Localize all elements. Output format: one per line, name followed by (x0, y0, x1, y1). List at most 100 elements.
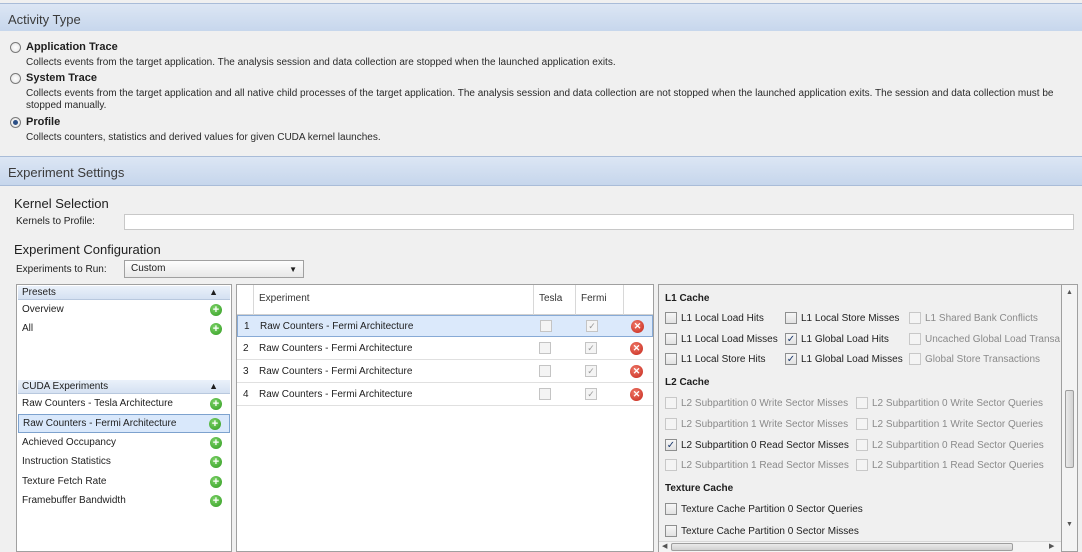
checkbox[interactable] (665, 525, 677, 537)
texture-cache-title: Texture Cache (665, 483, 734, 494)
counter-label: Uncached Global Load Transa (925, 333, 1061, 345)
checkbox (665, 397, 677, 409)
experiment-name: Raw Counters - Fermi Architecture (259, 366, 413, 377)
column-header-fermi[interactable]: Fermi (581, 293, 607, 304)
counter-checkbox[interactable]: ✓ L1 Global Load Misses (785, 353, 903, 365)
activity-type-header: Activity Type (0, 3, 1082, 33)
counter-checkbox[interactable]: L1 Local Load Misses (665, 333, 778, 345)
radio-button[interactable] (10, 72, 21, 84)
counter-checkbox: L1 Shared Bank Conflicts (909, 312, 1038, 324)
cuda-item-texture-fetch-rate[interactable]: Texture Fetch Rate + (18, 473, 230, 492)
experiment-configuration-title: Experiment Configuration (14, 242, 161, 257)
cuda-item-framebuffer-bandwidth[interactable]: Framebuffer Bandwidth + (18, 492, 230, 511)
counter-checkbox[interactable]: L1 Local Store Misses (785, 312, 899, 324)
counter-checkbox[interactable]: ✓ L1 Global Load Hits (785, 333, 889, 345)
radio-button[interactable] (10, 41, 21, 53)
plus-circle-icon[interactable]: + (210, 456, 222, 468)
checkbox-checked[interactable]: ✓ (665, 439, 677, 451)
l1-cache-title: L1 Cache (665, 293, 710, 304)
counter-checkbox[interactable]: Texture Cache Partition 0 Sector Queries (665, 503, 863, 515)
vertical-scrollbar[interactable]: ▲ ▼ (1062, 284, 1078, 552)
counter-checkbox[interactable]: Texture Cache Partition 0 Sector Misses (665, 525, 859, 537)
counter-checkbox: Uncached Global Load Transa (909, 333, 1060, 345)
table-row[interactable]: 3 Raw Counters - Fermi Architecture ✓ ✕ (237, 361, 653, 383)
kernels-to-profile-input[interactable] (124, 214, 1074, 230)
plus-circle-icon[interactable]: + (210, 476, 222, 488)
cuda-item-label: Instruction Statistics (22, 456, 111, 467)
table-row[interactable]: 2 Raw Counters - Fermi Architecture ✓ ✕ (237, 338, 653, 360)
scroll-up-icon[interactable]: ▲ (1066, 289, 1073, 296)
table-row[interactable]: 4 Raw Counters - Fermi Architecture ✓ ✕ (237, 384, 653, 406)
scroll-down-icon[interactable]: ▼ (1066, 521, 1073, 528)
preset-item-overview[interactable]: Overview + (18, 301, 230, 320)
plus-circle-icon[interactable]: + (210, 437, 222, 449)
application-trace-label: Application Trace (26, 41, 118, 53)
counter-label: L1 Shared Bank Conflicts (925, 312, 1038, 324)
close-circle-icon[interactable]: ✕ (630, 342, 643, 355)
experiment-settings-header: Experiment Settings (0, 156, 1082, 186)
column-header-experiment[interactable]: Experiment (259, 293, 310, 304)
plus-circle-icon[interactable]: + (209, 418, 221, 430)
plus-circle-icon[interactable]: + (210, 323, 222, 335)
cuda-item-label: Texture Fetch Rate (22, 476, 107, 487)
system-trace-radio[interactable]: System Trace (10, 72, 97, 84)
counter-label: L1 Local Store Misses (801, 312, 900, 324)
counter-checkbox: L2 Subpartition 1 Read Sector Misses (665, 459, 849, 471)
cuda-item-instruction-statistics[interactable]: Instruction Statistics + (18, 453, 230, 472)
checkbox[interactable] (665, 312, 677, 324)
counter-label: L2 Subpartition 1 Read Sector Queries (872, 459, 1044, 471)
checkbox[interactable] (785, 312, 797, 324)
column-separator (253, 285, 254, 315)
plus-circle-icon[interactable]: + (210, 495, 222, 507)
counter-checkbox[interactable]: ✓ L2 Subpartition 0 Read Sector Misses (665, 439, 849, 451)
tesla-checkbox (540, 320, 552, 332)
radio-button-selected[interactable] (10, 116, 21, 128)
counter-checkbox: L2 Subpartition 0 Read Sector Queries (856, 439, 1044, 451)
counter-checkbox: L2 Subpartition 0 Write Sector Misses (665, 397, 848, 409)
fermi-checkbox: ✓ (585, 365, 597, 377)
counter-label: L2 Subpartition 0 Read Sector Misses (681, 439, 849, 451)
chevron-up-icon: ▲ (209, 381, 218, 391)
checkbox-checked[interactable]: ✓ (785, 353, 797, 365)
row-number: 4 (243, 389, 249, 400)
cuda-item-fermi[interactable]: Raw Counters - Fermi Architecture + (18, 414, 230, 433)
cuda-experiments-group-header[interactable]: CUDA Experiments ▲ (18, 380, 230, 394)
plus-circle-icon[interactable]: + (210, 398, 222, 410)
counter-checkbox[interactable]: L1 Local Load Hits (665, 312, 764, 324)
checkbox[interactable] (665, 333, 677, 345)
horizontal-scrollbar[interactable]: ◀ ▶ (659, 541, 1061, 552)
column-header-tesla[interactable]: Tesla (539, 293, 562, 304)
grid-header: Experiment Tesla Fermi (237, 285, 653, 315)
cuda-item-achieved-occupancy[interactable]: Achieved Occupancy + (18, 434, 230, 453)
checkbox (856, 439, 868, 451)
scroll-right-icon[interactable]: ▶ (1049, 542, 1054, 550)
plus-circle-icon[interactable]: + (210, 304, 222, 316)
close-circle-icon[interactable]: ✕ (631, 320, 644, 333)
profile-radio[interactable]: Profile (10, 116, 60, 128)
scroll-left-icon[interactable]: ◀ (662, 542, 667, 550)
checkbox[interactable] (665, 353, 677, 365)
row-number: 1 (244, 321, 250, 332)
activity-type-title: Activity Type (8, 12, 81, 27)
scrollbar-thumb[interactable] (1065, 390, 1074, 468)
application-trace-radio[interactable]: Application Trace (10, 41, 118, 53)
checkbox-checked[interactable]: ✓ (785, 333, 797, 345)
column-separator (575, 285, 576, 315)
preset-item-label: Overview (22, 304, 64, 315)
close-circle-icon[interactable]: ✕ (630, 365, 643, 378)
profile-label: Profile (26, 116, 61, 128)
close-circle-icon[interactable]: ✕ (630, 388, 643, 401)
counter-checkbox[interactable]: L1 Local Store Hits (665, 353, 766, 365)
experiments-to-run-dropdown[interactable]: Custom ▼ (124, 260, 304, 278)
counter-label: Texture Cache Partition 0 Sector Queries (681, 503, 863, 515)
scrollbar-thumb[interactable] (671, 543, 1013, 551)
checkbox[interactable] (665, 503, 677, 515)
checkbox (909, 312, 921, 324)
counter-label: L2 Subpartition 0 Write Sector Misses (681, 397, 849, 409)
preset-item-all[interactable]: All + (18, 320, 230, 339)
cuda-item-tesla[interactable]: Raw Counters - Tesla Architecture + (18, 395, 230, 414)
counters-panel: L1 Cache L1 Local Load Hits L1 Local Sto… (658, 284, 1062, 552)
table-row[interactable]: 1 Raw Counters - Fermi Architecture ✓ ✕ (237, 315, 653, 337)
counter-label: Texture Cache Partition 0 Sector Misses (681, 525, 859, 537)
presets-group-header[interactable]: Presets ▲ (18, 286, 230, 300)
